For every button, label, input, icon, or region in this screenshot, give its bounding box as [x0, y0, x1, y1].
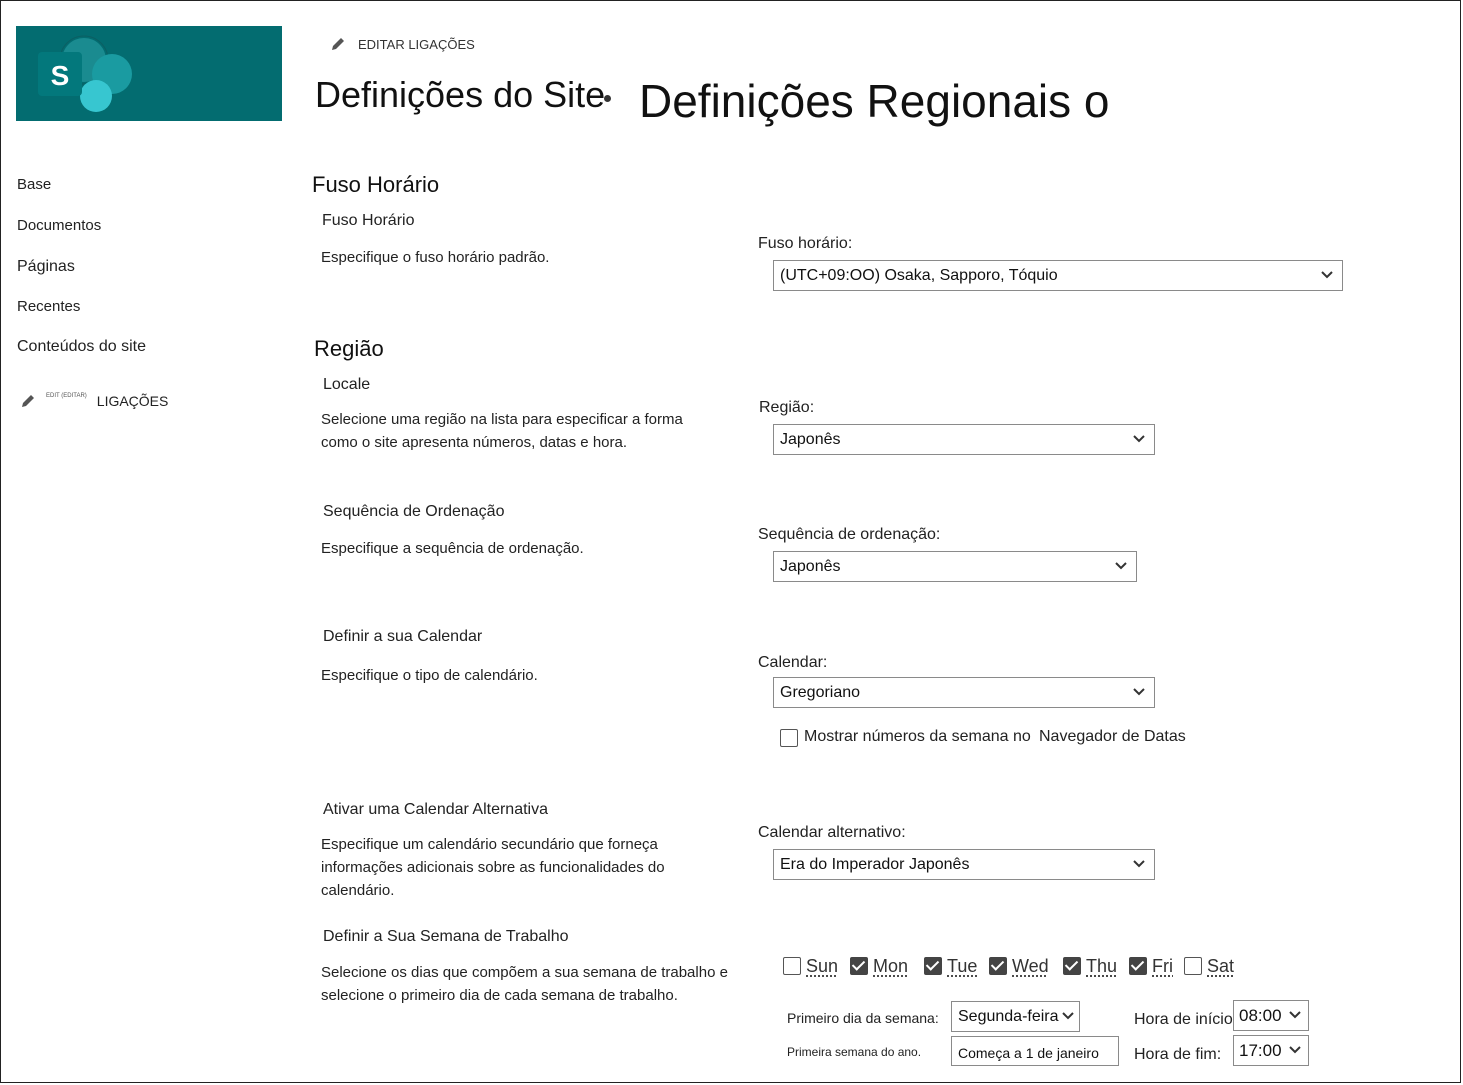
chevron-down-icon — [1115, 562, 1127, 570]
day-checkbox-mon[interactable] — [850, 957, 868, 975]
svg-text:S: S — [51, 60, 70, 91]
locale-subhead: Locale — [323, 376, 371, 393]
start-time-select[interactable]: 08:00 — [1233, 1000, 1309, 1031]
locale-select[interactable]: Japonês — [773, 424, 1155, 455]
day-label-wed: Wed — [1012, 956, 1049, 976]
chevron-down-icon — [1289, 1011, 1301, 1019]
day-label-thu: Thu — [1086, 956, 1118, 976]
day-label-fri: Fri — [1152, 956, 1173, 976]
pencil-icon — [332, 38, 344, 50]
calendar-select[interactable]: Gregoriano — [773, 677, 1155, 708]
week-numbers-label-2: Navegador de Datas — [1039, 728, 1186, 745]
section-timezone: Fuso Horário — [312, 172, 440, 197]
day-label-sat: Sat — [1207, 956, 1235, 976]
day-label-tue: Tue — [947, 956, 978, 976]
chevron-down-icon — [1289, 1046, 1301, 1054]
timezone-select-value: (UTC+09:OO) Osaka, Sapporo, Tóquio — [780, 267, 1058, 284]
timezone-select[interactable]: (UTC+09:OO) Osaka, Sapporo, Tóquio — [773, 260, 1343, 291]
sort-label: Sequência de ordenação: — [758, 526, 941, 543]
alt-calendar-select-value: Era do Imperador Japonês — [780, 856, 970, 873]
first-day-select-value: Segunda-feira — [958, 1008, 1059, 1025]
edit-links-label: EDITAR LIGAÇÕES — [358, 36, 475, 52]
chevron-down-icon — [1133, 688, 1145, 696]
chevron-down-icon — [1321, 271, 1333, 279]
week-numbers-checkbox[interactable] — [780, 729, 798, 747]
nav-item-pages[interactable]: Páginas — [17, 258, 75, 276]
site-title[interactable]: Definições do Site — [315, 74, 605, 116]
section-region: Região — [314, 336, 384, 361]
locale-label: Região: — [759, 399, 815, 416]
timezone-subhead: Fuso Horário — [322, 212, 415, 229]
end-time-select[interactable]: 17:00 — [1233, 1035, 1309, 1066]
chevron-down-icon — [1133, 435, 1145, 443]
edit-links-nav[interactable]: EDIT (EDITAR) LIGAÇÕES — [20, 393, 168, 409]
nav-item-documents[interactable]: Documentos — [17, 217, 101, 234]
timezone-label: Fuso horário: — [758, 235, 853, 252]
first-day-label: Primeiro dia da semana: — [787, 1010, 939, 1026]
work-week-description: Selecione os dias que compõem a sua sema… — [321, 964, 728, 1004]
end-time-label: Hora de fim: — [1134, 1046, 1222, 1063]
edit-links-nav-label: LIGAÇÕES — [96, 393, 169, 409]
work-week-subhead: Definir a Sua Semana de Trabalho — [323, 928, 569, 945]
calendar-subhead: Definir a sua Calendar — [323, 628, 483, 645]
day-checkbox-fri[interactable] — [1129, 957, 1147, 975]
start-time-label: Hora de início: — [1134, 1011, 1238, 1028]
chevron-down-icon — [1062, 1012, 1074, 1020]
site-logo[interactable]: S — [16, 26, 282, 121]
day-checkbox-wed[interactable] — [989, 957, 1007, 975]
sort-select-value: Japonês — [780, 558, 841, 575]
sharepoint-icon: S — [38, 35, 132, 112]
nav-item-base[interactable]: Base — [17, 176, 51, 193]
sort-select[interactable]: Japonês — [773, 551, 1137, 582]
week-numbers-label: Mostrar números da semana no — [804, 728, 1031, 745]
breadcrumb-separator-icon — [604, 95, 611, 102]
sort-description: Especifique a sequência de ordenação. — [321, 540, 584, 557]
day-checkbox-thu[interactable] — [1063, 957, 1081, 975]
alt-calendar-select[interactable]: Era do Imperador Japonês — [773, 849, 1155, 880]
edit-tiny-label: EDIT (EDITAR) — [46, 393, 87, 399]
day-checkbox-tue[interactable] — [924, 957, 942, 975]
day-label-mon: Mon — [873, 956, 909, 976]
locale-description: Selecione uma região na lista para espec… — [321, 411, 683, 451]
calendar-description: Especifique o tipo de calendário. — [321, 667, 538, 684]
day-checkbox-sun[interactable] — [783, 957, 801, 975]
sort-subhead: Sequência de Ordenação — [323, 503, 505, 520]
start-time-value: 08:00 — [1239, 1006, 1282, 1025]
locale-select-value: Japonês — [780, 431, 841, 448]
first-day-select[interactable]: Segunda-feira — [951, 1001, 1080, 1032]
calendar-label: Calendar: — [758, 654, 828, 671]
alt-calendar-label: Calendar alternativo: — [758, 824, 906, 841]
alt-calendar-subhead: Ativar uma Calendar Alternativa — [323, 801, 548, 818]
end-time-value: 17:00 — [1239, 1041, 1282, 1060]
first-week-label: Primeira semana do ano. — [787, 1045, 922, 1059]
page-title: Definições Regionais o — [639, 75, 1110, 127]
nav-item-site-contents[interactable]: Conteúdos do site — [17, 338, 146, 356]
alt-calendar-description: Especifique um calendário secundário que… — [321, 836, 665, 899]
chevron-down-icon — [1133, 860, 1145, 868]
pencil-icon — [22, 395, 34, 407]
edit-links-top[interactable]: EDITAR LIGAÇÕES — [330, 36, 475, 52]
day-checkbox-sat[interactable] — [1184, 957, 1202, 975]
day-label-sun: Sun — [806, 956, 839, 976]
timezone-description: Especifique o fuso horário padrão. — [321, 249, 550, 266]
first-week-select-value: Começa a 1 de janeiro — [958, 1045, 1099, 1061]
first-week-select[interactable]: Começa a 1 de janeiro — [951, 1036, 1119, 1066]
nav-item-recent[interactable]: Recentes — [17, 298, 80, 315]
calendar-select-value: Gregoriano — [780, 684, 861, 701]
